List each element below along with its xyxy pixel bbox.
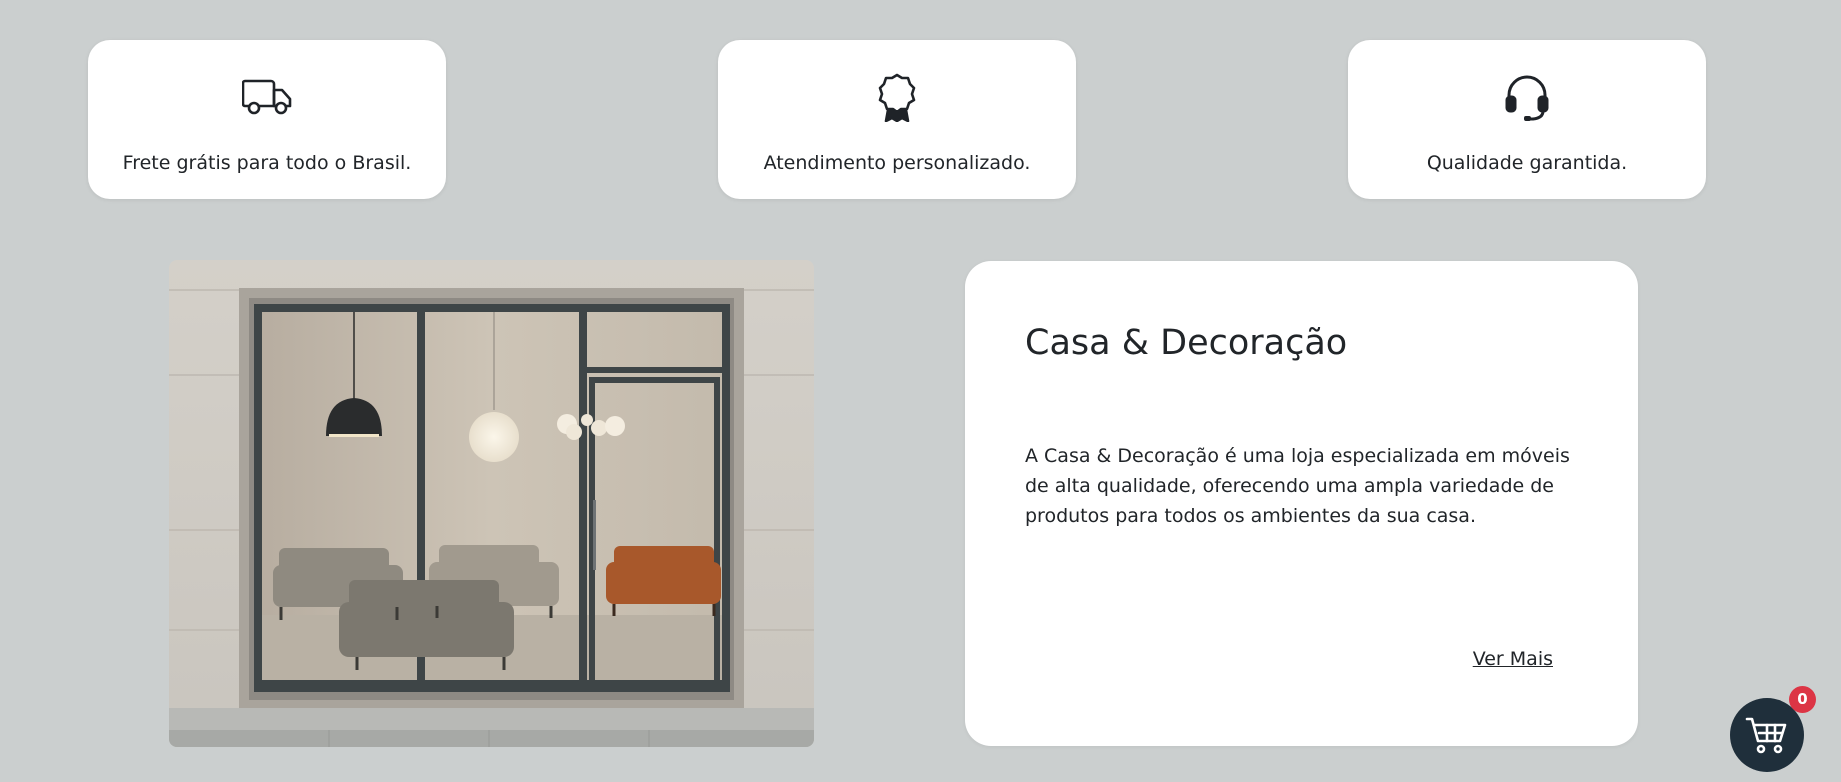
about-description: A Casa & Decoração é uma loja especializ… bbox=[1025, 445, 1570, 527]
page: Frete grátis para todo o Brasil. Atendim… bbox=[0, 0, 1841, 782]
headset-icon bbox=[1502, 72, 1552, 122]
ver-mais-link[interactable]: Ver Mais bbox=[1473, 648, 1553, 670]
storefront-image bbox=[169, 260, 814, 747]
award-icon bbox=[872, 72, 922, 122]
feature-text-quality: Qualidade garantida. bbox=[1426, 152, 1628, 174]
feature-text-shipping: Frete grátis para todo o Brasil. bbox=[122, 152, 412, 174]
about-title: Casa & Decoração bbox=[1025, 323, 1348, 363]
feature-card-shipping: Frete grátis para todo o Brasil. bbox=[88, 40, 446, 199]
feature-card-quality: Qualidade garantida. bbox=[1348, 40, 1706, 199]
feature-card-service: Atendimento personalizado. bbox=[718, 40, 1076, 199]
feature-text-service: Atendimento personalizado. bbox=[763, 152, 1031, 174]
cart-icon bbox=[1745, 717, 1787, 754]
truck-icon bbox=[242, 72, 292, 122]
cart-count-badge: 0 bbox=[1789, 686, 1816, 713]
about-card: Casa & Decoração A Casa & Decoração é um… bbox=[965, 261, 1638, 746]
